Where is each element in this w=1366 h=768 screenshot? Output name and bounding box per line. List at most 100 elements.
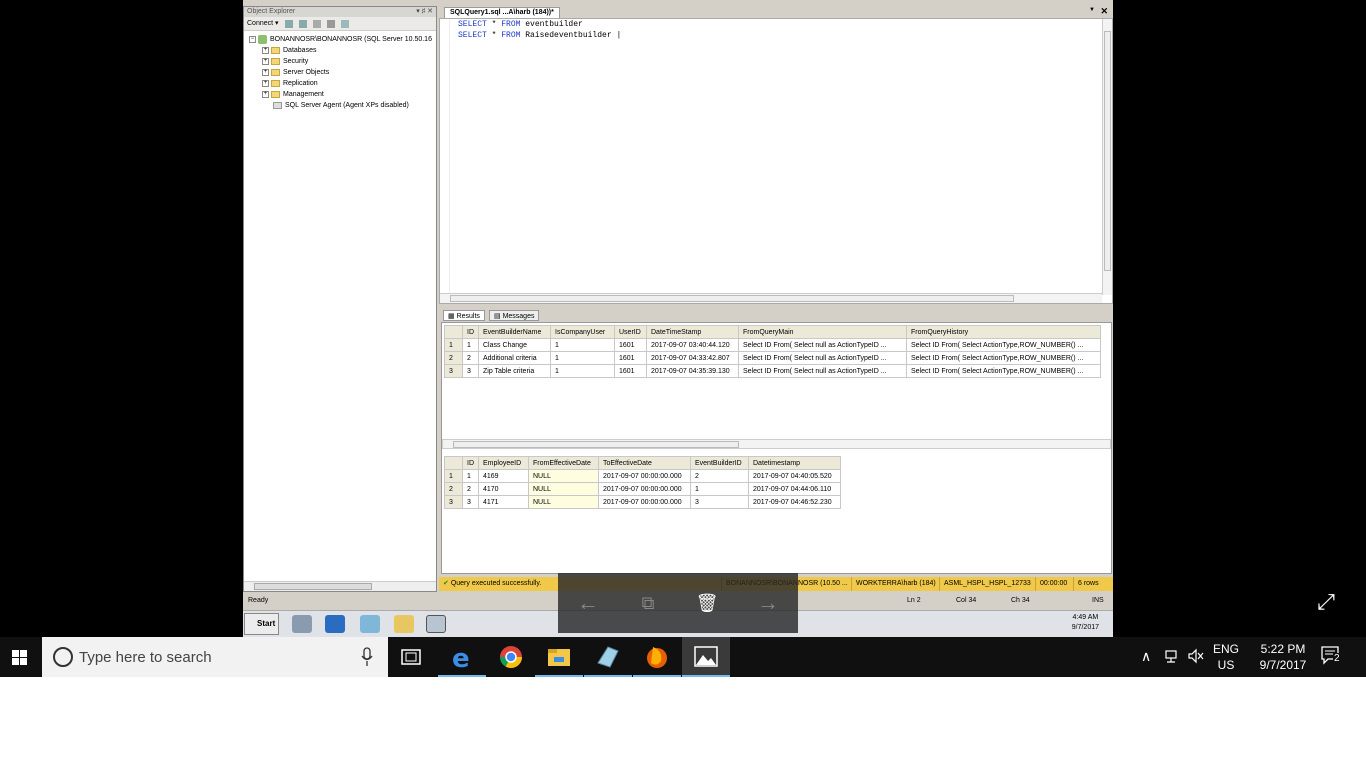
action-center-icon[interactable]: 2 (1320, 645, 1344, 670)
grid-header[interactable]: Datetimestamp (748, 456, 841, 470)
results-grid-2[interactable]: ID EmployeeID FromEffectiveDate ToEffect… (444, 456, 841, 509)
remote-start-button[interactable]: Start (244, 613, 279, 635)
taskbar-search-box[interactable]: Type here to search (42, 637, 388, 677)
table-cell[interactable]: 3 (462, 495, 479, 509)
microphone-icon[interactable] (360, 647, 374, 667)
table-cell[interactable]: 1 (462, 469, 479, 483)
table-row[interactable]: 1 1 Class Change 1 1601 2017-09-07 03:40… (444, 338, 1101, 352)
edge-icon[interactable]: e (438, 637, 486, 677)
code-line-1[interactable]: SELECT * FROM eventbuilder (458, 20, 583, 29)
editor-horizontal-scrollbar[interactable] (440, 293, 1102, 303)
connect-icon[interactable] (284, 19, 293, 28)
task-view-icon[interactable] (388, 637, 436, 677)
ssms-taskbar-icon[interactable] (584, 637, 632, 677)
tab-sqlquery1[interactable]: SQLQuery1.sql ...A\harb (184))* (444, 7, 560, 18)
scrollbar-thumb[interactable] (450, 295, 1014, 302)
tab-messages[interactable]: ▤ Messages (489, 310, 540, 321)
table-cell[interactable]: 1 (462, 338, 479, 352)
delete-icon[interactable]: 🗑 (695, 591, 719, 615)
table-cell[interactable]: Class Change (478, 338, 551, 352)
table-row[interactable]: 1 1 4169 NULL 2017-09-07 00:00:00.000 2 … (444, 469, 841, 483)
taskbar-clock[interactable]: 5:22 PM 9/7/2017 (1250, 641, 1316, 673)
table-cell[interactable]: Additional criteria (478, 351, 551, 365)
query-editor[interactable]: SELECT * FROM eventbuilder SELECT * FROM… (439, 18, 1113, 304)
expand-icon[interactable]: + (262, 80, 269, 87)
object-explorer-window-controls[interactable]: ▾ ♯ ✕ (416, 7, 433, 17)
tree-node-security[interactable]: + Security (244, 56, 436, 67)
results-grid-1[interactable]: ID EventBuilderName IsCompanyUser UserID… (444, 325, 1101, 378)
file-explorer-icon[interactable] (535, 637, 583, 677)
table-cell[interactable]: 1 (690, 482, 749, 496)
table-cell[interactable]: Select ID From( Select ActionType,ROW_NU… (906, 351, 1101, 365)
table-cell[interactable]: Select ID From( Select null as ActionTyp… (738, 351, 907, 365)
table-row[interactable]: 3 3 Zip Table criteria 1 1601 2017-09-07… (444, 364, 1101, 378)
tree-node-databases[interactable]: + Databases (244, 45, 436, 56)
table-cell[interactable]: 1 (550, 338, 615, 352)
table-cell[interactable]: 3 (690, 495, 749, 509)
connect-button[interactable]: Connect ▾ (247, 17, 279, 31)
table-cell[interactable]: Select ID From( Select ActionType,ROW_NU… (906, 338, 1101, 352)
stop-icon[interactable] (312, 19, 321, 28)
table-cell[interactable]: 2 (462, 482, 479, 496)
table-cell[interactable]: Select ID From( Select null as ActionTyp… (738, 338, 907, 352)
table-cell[interactable]: NULL (528, 482, 599, 496)
language-indicator[interactable]: ENG US (1212, 641, 1240, 673)
table-cell[interactable]: 2017-09-07 04:40:05.520 (748, 469, 841, 483)
table-cell[interactable]: 2017-09-07 03:40:44.120 (646, 338, 739, 352)
table-cell[interactable]: 2 (690, 469, 749, 483)
table-cell[interactable]: 2017-09-07 00:00:00.000 (598, 482, 691, 496)
table-cell[interactable]: 1601 (614, 364, 647, 378)
row-number[interactable]: 3 (444, 495, 463, 509)
table-cell[interactable]: 3 (462, 364, 479, 378)
results-grid-1-scrollbar[interactable] (442, 439, 1111, 449)
editor-vertical-scrollbar[interactable] (1102, 19, 1112, 295)
tools-icon[interactable] (426, 615, 446, 633)
object-explorer-scrollbar[interactable] (244, 581, 436, 591)
table-row[interactable]: 2 2 4170 NULL 2017-09-07 00:00:00.000 1 … (444, 482, 841, 496)
show-hidden-icons-chevron-icon[interactable]: ∧ (1141, 648, 1151, 665)
tree-node-server[interactable]: − BONANNOSR\BONANNOSR (SQL Server 10.50.… (244, 34, 436, 45)
tree-node-server-objects[interactable]: + Server Objects (244, 67, 436, 78)
scrollbar-thumb[interactable] (453, 441, 739, 448)
row-number[interactable]: 2 (444, 351, 463, 365)
tab-dropdown-icon[interactable]: ▼ (1089, 7, 1095, 13)
expand-icon[interactable]: + (262, 91, 269, 98)
table-cell[interactable]: 1601 (614, 338, 647, 352)
table-cell[interactable]: 1 (550, 351, 615, 365)
table-cell[interactable]: 2017-09-07 00:00:00.000 (598, 495, 691, 509)
tree-node-sql-agent[interactable]: SQL Server Agent (Agent XPs disabled) (244, 100, 436, 111)
folder-icon[interactable] (394, 615, 414, 633)
grid-header[interactable]: IsCompanyUser (550, 325, 615, 339)
close-tab-icon[interactable]: ✕ (1100, 6, 1108, 17)
grid-header[interactable] (444, 325, 463, 339)
table-cell[interactable]: 2017-09-07 04:44:06.110 (748, 482, 841, 496)
table-cell[interactable]: Select ID From( Select null as ActionTyp… (738, 364, 907, 378)
table-cell[interactable]: NULL (528, 469, 599, 483)
collapse-icon[interactable]: − (249, 36, 256, 43)
server-manager-icon[interactable] (292, 615, 312, 633)
tree-node-replication[interactable]: + Replication (244, 78, 436, 89)
expand-icon[interactable]: + (262, 69, 269, 76)
grid-header[interactable]: ToEffectiveDate (598, 456, 691, 470)
table-cell[interactable]: 2 (462, 351, 479, 365)
grid-header[interactable]: DateTimeStamp (646, 325, 739, 339)
firefox-icon[interactable] (633, 637, 681, 677)
grid-header[interactable]: FromEffectiveDate (528, 456, 599, 470)
code-line-2[interactable]: SELECT * FROM Raisedeventbuilder | (458, 31, 621, 40)
table-cell[interactable]: 1 (550, 364, 615, 378)
table-cell[interactable]: 2017-09-07 00:00:00.000 (598, 469, 691, 483)
table-cell[interactable]: 4170 (478, 482, 529, 496)
powershell-icon[interactable] (325, 615, 345, 633)
grid-header[interactable]: EventBuilderName (478, 325, 551, 339)
network-icon[interactable] (1164, 648, 1180, 667)
grid-header[interactable]: FromQueryMain (738, 325, 907, 339)
expand-icon[interactable]: + (262, 58, 269, 65)
table-row[interactable]: 2 2 Additional criteria 1 1601 2017-09-0… (444, 351, 1101, 365)
table-cell[interactable]: Select ID From( Select ActionType,ROW_NU… (906, 364, 1101, 378)
next-arrow-icon[interactable]: → (756, 591, 780, 615)
grid-header[interactable]: EmployeeID (478, 456, 529, 470)
table-cell[interactable]: 2017-09-07 04:33:42.807 (646, 351, 739, 365)
grid-header[interactable]: EventBuilderID (690, 456, 749, 470)
row-number[interactable]: 2 (444, 482, 463, 496)
grid-header[interactable]: ID (462, 325, 479, 339)
